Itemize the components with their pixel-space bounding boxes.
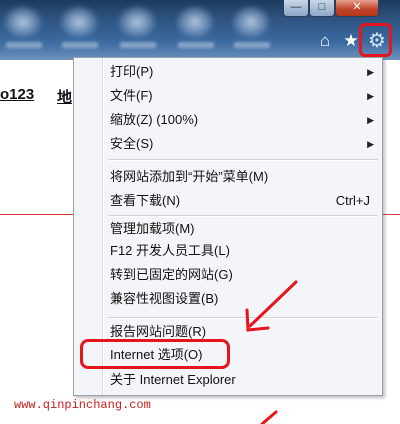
desktop-icon-blur — [176, 6, 214, 38]
menu-item-label: F12 开发人员工具(L) — [110, 243, 230, 258]
menu-item-label: 管理加载项(M) — [110, 221, 195, 236]
menu-item-label: 打印(P) — [110, 64, 154, 79]
submenu-arrow-icon: ▶ — [367, 139, 374, 149]
page-link-text[interactable]: o123 — [0, 86, 34, 103]
watermark-text: www.qinpinchang.com — [14, 398, 151, 412]
desktop-icon-blur — [60, 6, 98, 38]
menu-item-print[interactable]: 打印(P) ▶ — [74, 61, 382, 83]
page-link-text[interactable]: 地 — [57, 86, 72, 107]
desktop-icon-blur — [118, 6, 156, 38]
menu-separator — [108, 159, 378, 160]
menu-item-zoom[interactable]: 缩放(Z) (100%) ▶ — [74, 109, 382, 131]
menu-item-label: 关于 Internet Explorer — [110, 372, 236, 387]
menu-item-manage-addons[interactable]: 管理加载项(M) — [74, 218, 382, 240]
desktop-label-blur — [234, 42, 270, 48]
submenu-arrow-icon: ▶ — [367, 115, 374, 125]
menu-item-label: 安全(S) — [110, 136, 154, 151]
arrow-bottom — [260, 410, 278, 424]
menu-item-pinned-sites[interactable]: 转到已固定的网站(G) — [74, 264, 382, 286]
menu-separator — [108, 317, 378, 318]
submenu-arrow-icon: ▶ — [367, 67, 374, 77]
internet-options-highlight-box — [80, 339, 230, 369]
menu-item-safety[interactable]: 安全(S) ▶ — [74, 133, 382, 155]
close-button[interactable]: ✕ — [335, 0, 379, 17]
window-titlebar: — □ ✕ ⌂ ★ ⚙ — [0, 0, 400, 60]
gear-highlight-box — [359, 23, 392, 57]
menu-item-about-ie[interactable]: 关于 Internet Explorer — [74, 369, 382, 391]
menu-item-label: 缩放(Z) (100%) — [110, 112, 199, 127]
menu-item-compat-view[interactable]: 兼容性视图设置(B) — [74, 288, 382, 310]
minimize-button[interactable]: — — [283, 0, 309, 17]
menu-item-file[interactable]: 文件(F) ▶ — [74, 85, 382, 107]
menu-item-label: 转到已固定的网站(G) — [110, 267, 233, 282]
menu-separator — [108, 215, 378, 216]
menu-item-label: 查看下载(N) — [110, 193, 181, 208]
maximize-button[interactable]: □ — [309, 0, 335, 17]
minimize-icon: — — [290, 1, 302, 13]
desktop-label-blur — [6, 42, 42, 48]
menu-item-shortcut: Ctrl+J — [335, 193, 370, 208]
submenu-arrow-icon: ▶ — [367, 91, 374, 101]
close-icon: ✕ — [352, 1, 362, 13]
desktop-label-blur — [120, 42, 156, 48]
home-icon[interactable]: ⌂ — [314, 30, 336, 52]
desktop-label-blur — [62, 42, 98, 48]
desktop-label-blur — [178, 42, 214, 48]
menu-item-label: 兼容性视图设置(B) — [110, 291, 219, 306]
menu-item-add-to-start[interactable]: 将网站添加到“开始”菜单(M) — [74, 166, 382, 188]
menu-item-label: 文件(F) — [110, 88, 153, 103]
menu-item-dev-tools[interactable]: F12 开发人员工具(L) — [74, 240, 382, 262]
menu-item-view-downloads[interactable]: 查看下载(N) Ctrl+J — [74, 190, 382, 212]
menu-item-label: 将网站添加到“开始”菜单(M) — [110, 169, 269, 184]
desktop-icon-blur — [232, 6, 270, 38]
maximize-icon: □ — [318, 1, 326, 13]
desktop-icon-blur — [4, 6, 42, 38]
